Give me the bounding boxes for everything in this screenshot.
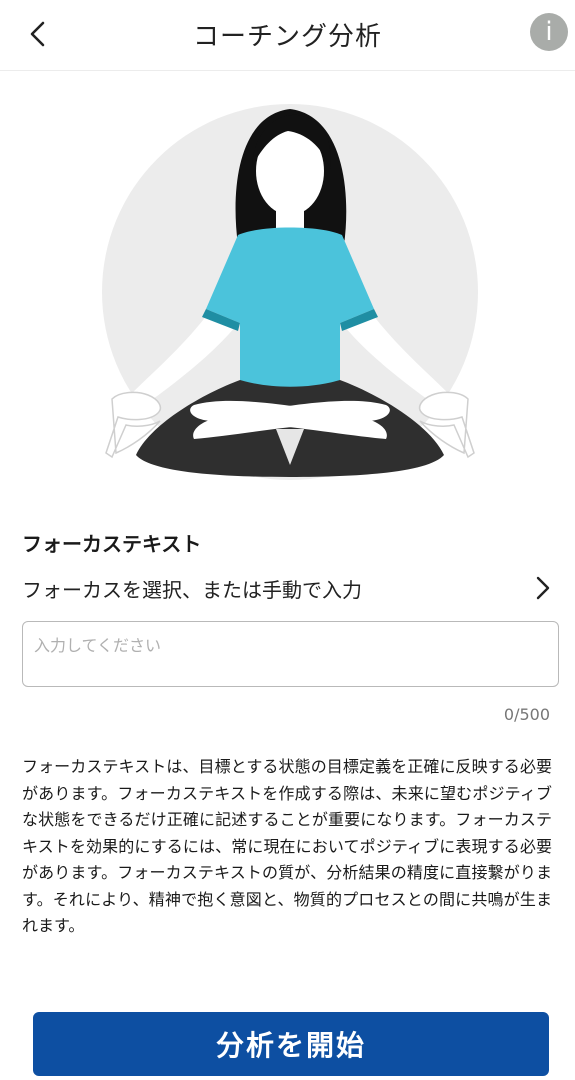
chevron-right-icon	[536, 576, 550, 600]
coaching-analysis-screen: コーチング分析 i フォーカステキスト フォーカスを選択、または手動で入力 入力…	[0, 0, 575, 1080]
app-header: コーチング分析 i	[0, 0, 575, 71]
character-counter: 0/500	[503, 705, 550, 724]
focus-select-row[interactable]: フォーカスを選択、または手動で入力	[0, 568, 575, 608]
meditation-illustration	[102, 104, 478, 480]
focus-select-label: フォーカスを選択、または手動で入力	[22, 578, 362, 602]
focus-text-input[interactable]	[22, 621, 559, 687]
focus-description: フォーカステキストは、目標とする状態の目標定義を正確に反映する必要があります。フ…	[22, 757, 552, 935]
info-icon: i	[545, 17, 553, 47]
page-title: コーチング分析	[192, 22, 382, 52]
start-analysis-button[interactable]: 分析を開始	[33, 1012, 549, 1076]
focus-text-heading: フォーカステキスト	[22, 532, 202, 556]
info-button[interactable]: i	[530, 13, 568, 51]
